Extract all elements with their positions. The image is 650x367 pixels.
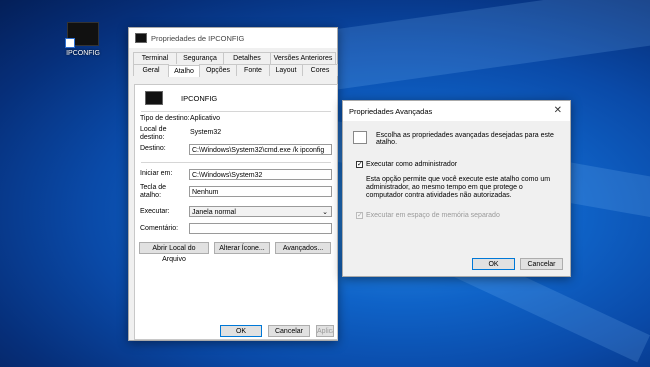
- iniciar-label: Iniciar em:: [140, 170, 173, 177]
- shortcut-name: IPCONFIG: [181, 94, 218, 103]
- executar-value: Janela normal: [192, 209, 236, 216]
- tab-atalho[interactable]: Atalho: [168, 65, 200, 77]
- tab-geral[interactable]: Geral: [133, 64, 169, 76]
- comentario-field[interactable]: [189, 223, 332, 234]
- advanced-intro: Escolha as propriedades avançadas deseja…: [376, 132, 554, 146]
- executar-label: Executar:: [140, 208, 170, 215]
- shortcut-large-icon: [145, 91, 163, 105]
- desktop-icon-label: IPCONFIG: [66, 50, 100, 57]
- atalho-panel: IPCONFIG Tipo de destino: Aplicativo Loc…: [134, 84, 338, 340]
- advanced-properties-dialog: Propriedades Avançadas ✕ Escolha as prop…: [342, 100, 571, 277]
- abrir-local-button[interactable]: Abrir Local do Arquivo: [139, 242, 209, 263]
- advanced-cancelar-button[interactable]: Cancelar: [520, 258, 563, 270]
- advanced-ok-button[interactable]: OK: [472, 258, 515, 270]
- comentario-label: Comentário:: [140, 225, 179, 232]
- tab-seguranca[interactable]: Segurança: [176, 52, 224, 64]
- tab-fonte[interactable]: Fonte: [236, 64, 270, 76]
- properties-titlebar[interactable]: Propriedades de IPCONFIG: [129, 28, 337, 48]
- tabs-row-top: Terminal Segurança Detalhes Versões Ante…: [129, 52, 337, 64]
- desktop-shortcut-ipconfig[interactable]: IPCONFIG: [64, 22, 102, 57]
- close-icon[interactable]: ✕: [554, 105, 562, 116]
- tab-layout[interactable]: Layout: [269, 64, 303, 76]
- local-label: Local de destino:: [140, 126, 167, 141]
- chevron-down-icon: ⌄: [322, 209, 328, 216]
- advanced-titlebar[interactable]: Propriedades Avançadas ✕: [343, 101, 570, 121]
- console-icon: [135, 33, 147, 43]
- tipo-label: Tipo de destino:: [140, 115, 190, 122]
- tecla-label: Tecla de atalho:: [140, 184, 167, 199]
- tab-detalhes[interactable]: Detalhes: [223, 52, 271, 64]
- aplicar-button[interactable]: Aplicar: [316, 325, 334, 337]
- tecla-field[interactable]: Nenhum: [189, 186, 332, 197]
- properties-title: Propriedades de IPCONFIG: [151, 33, 245, 43]
- tab-cores[interactable]: Cores: [302, 64, 338, 76]
- run-as-admin-label: Executar como administrador: [366, 161, 458, 168]
- executar-select[interactable]: Janela normal ⌄: [189, 206, 332, 217]
- properties-list-icon: [353, 131, 367, 144]
- iniciar-field[interactable]: C:\Windows\System32: [189, 169, 332, 180]
- advanced-description: Esta opção permite que você execute este…: [366, 176, 551, 199]
- tab-opcoes[interactable]: Opções: [199, 64, 237, 76]
- destino-label: Destino:: [140, 145, 166, 152]
- console-shortcut-icon: [65, 22, 99, 48]
- run-as-admin-checkbox[interactable]: ✓: [356, 161, 363, 168]
- ok-button[interactable]: OK: [220, 325, 262, 337]
- destino-field[interactable]: C:\Windows\System32\cmd.exe /k ipconfig: [189, 144, 332, 155]
- tipo-value: Aplicativo: [190, 115, 220, 122]
- cancelar-button[interactable]: Cancelar: [268, 325, 310, 337]
- alterar-icone-button[interactable]: Alterar Ícone...: [214, 242, 270, 254]
- separate-memory-checkbox[interactable]: ✓: [356, 212, 363, 219]
- tab-versoes-anteriores[interactable]: Versões Anteriores: [270, 52, 336, 64]
- advanced-title: Propriedades Avançadas: [349, 106, 433, 116]
- separate-memory-label: Executar em espaço de memória separado: [366, 212, 500, 219]
- avancados-button[interactable]: Avançados...: [275, 242, 331, 254]
- properties-window: Propriedades de IPCONFIG Terminal Segura…: [128, 27, 338, 341]
- local-value: System32: [190, 129, 222, 136]
- tabs-row-bottom: Geral Atalho Opções Fonte Layout Cores: [129, 64, 338, 77]
- tab-terminal[interactable]: Terminal: [133, 52, 177, 64]
